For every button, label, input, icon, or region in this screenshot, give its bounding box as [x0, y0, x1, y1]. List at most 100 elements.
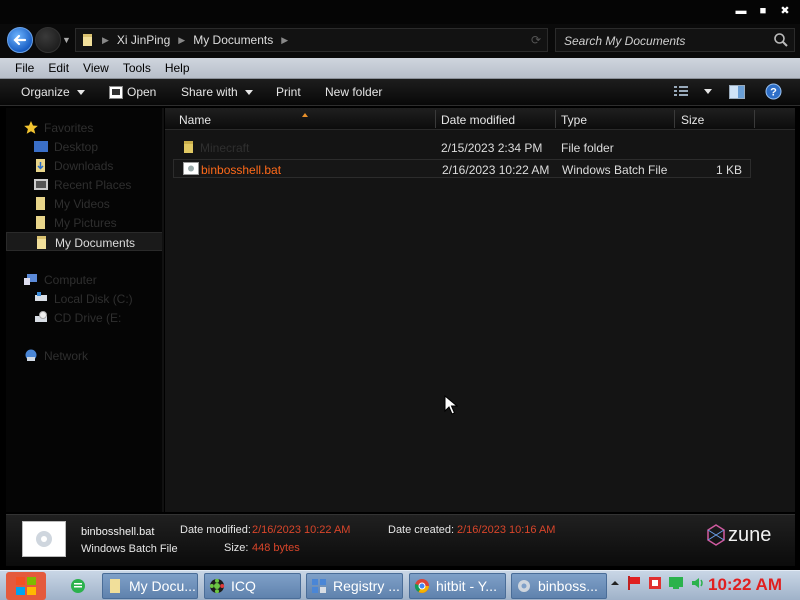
- organize-button[interactable]: Organize: [21, 85, 85, 99]
- share-with-button[interactable]: Share with: [181, 85, 253, 99]
- close-button[interactable]: ✖: [776, 4, 794, 18]
- details-size: 448 bytes: [252, 542, 300, 554]
- open-icon: [109, 85, 123, 99]
- sidebar-item-local-disk[interactable]: Local Disk (C:): [6, 289, 163, 308]
- star-icon: [24, 121, 38, 134]
- registry-icon: [312, 579, 326, 593]
- print-label: Print: [276, 85, 301, 99]
- minimize-button[interactable]: ▬: [732, 4, 750, 18]
- sidebar-label: Downloads: [54, 159, 114, 173]
- taskbar-button-icq[interactable]: ICQ: [204, 573, 301, 599]
- sidebar-item-network[interactable]: Network: [6, 346, 163, 365]
- taskbar-button-label: hitbit - Y...: [436, 578, 497, 594]
- view-list-icon: [674, 86, 688, 96]
- downloads-icon: [36, 159, 45, 172]
- print-button[interactable]: Print: [276, 85, 301, 99]
- menu-view[interactable]: View: [76, 61, 116, 75]
- arrow-left-icon: [13, 34, 27, 46]
- back-button[interactable]: [7, 27, 33, 53]
- address-bar[interactable]: ▶ Xi JinPing ▶ My Documents ▶ ⟳: [75, 28, 548, 52]
- sidebar-item-desktop[interactable]: Desktop: [6, 137, 163, 156]
- open-button[interactable]: Open: [109, 85, 156, 99]
- taskbar-button-label: Registry ...: [333, 578, 400, 594]
- volume-icon[interactable]: [690, 575, 706, 591]
- column-header-type[interactable]: Type: [561, 113, 587, 127]
- menu-edit[interactable]: Edit: [41, 61, 76, 75]
- folder-icon: [36, 216, 45, 229]
- breadcrumb-my-documents[interactable]: My Documents: [193, 33, 273, 47]
- sidebar-item-computer[interactable]: Computer: [6, 270, 163, 289]
- taskbar-button-browser[interactable]: hitbit - Y...: [409, 573, 506, 599]
- search-placeholder: Search My Documents: [564, 34, 686, 48]
- command-bar: Organize Open Share with Print New folde…: [0, 79, 800, 106]
- taskbar: My Docu... ICQ Registry ... hitbit - Y..…: [0, 570, 800, 600]
- taskbar-button-binbosshell[interactable]: binboss...: [511, 573, 607, 599]
- sidebar-item-downloads[interactable]: Downloads: [6, 156, 163, 175]
- column-header-date-modified[interactable]: Date modified: [441, 113, 515, 127]
- menu-file[interactable]: File: [8, 61, 41, 75]
- folder-icon: [83, 34, 92, 46]
- preview-pane-button[interactable]: [729, 85, 745, 99]
- pinned-app-button[interactable]: [66, 573, 90, 599]
- file-type: File folder: [561, 141, 614, 155]
- sidebar-item-recent-places[interactable]: Recent Places: [6, 175, 163, 194]
- search-input[interactable]: Search My Documents: [555, 28, 795, 52]
- address-row: ▼ ▶ Xi JinPing ▶ My Documents ▶ ⟳ Search…: [0, 24, 800, 58]
- file-row[interactable]: Minecraft 2/15/2023 2:34 PM File folder: [173, 138, 751, 157]
- taskbar-clock[interactable]: 10:22 AM: [708, 575, 782, 595]
- breadcrumb-user[interactable]: Xi JinPing: [117, 33, 170, 47]
- help-button[interactable]: ?: [765, 83, 782, 100]
- hard-drive-icon: [35, 292, 47, 301]
- maximize-button[interactable]: ■: [754, 4, 772, 18]
- chevron-down-icon: [244, 89, 253, 95]
- details-date-modified: 2/16/2023 10:22 AM: [252, 524, 351, 536]
- menu-tools[interactable]: Tools: [116, 61, 158, 75]
- file-type: Windows Batch File: [562, 163, 668, 177]
- sidebar-item-my-documents[interactable]: My Documents: [6, 232, 163, 251]
- sidebar-label: My Videos: [54, 197, 110, 211]
- chevron-down-icon: [704, 88, 712, 94]
- sidebar-item-cd-drive[interactable]: CD Drive (E:: [6, 308, 163, 327]
- column-header-name[interactable]: Name: [179, 113, 211, 127]
- preview-pane-icon: [729, 85, 745, 99]
- details-date-created: 2/16/2023 10:16 AM: [457, 524, 556, 536]
- share-with-label: Share with: [181, 85, 238, 99]
- sidebar-label: Recent Places: [54, 178, 132, 192]
- network-icon[interactable]: [668, 575, 684, 591]
- new-folder-button[interactable]: New folder: [325, 85, 382, 99]
- column-header-size[interactable]: Size: [681, 113, 704, 127]
- sidebar-item-favorites[interactable]: Favorites: [6, 118, 163, 137]
- chevron-down-icon: [76, 89, 85, 95]
- taskbar-button-my-documents[interactable]: My Docu...: [102, 573, 198, 599]
- security-icon[interactable]: [648, 575, 662, 591]
- sidebar-item-my-videos[interactable]: My Videos: [6, 194, 163, 213]
- start-button[interactable]: [6, 572, 46, 600]
- breadcrumb-separator: ▶: [281, 34, 289, 45]
- file-date: 2/16/2023 10:22 AM: [442, 163, 550, 177]
- organize-label: Organize: [21, 85, 70, 99]
- show-hidden-icons-icon[interactable]: [610, 576, 620, 590]
- sidebar-label: My Documents: [55, 236, 136, 250]
- sidebar-label: Desktop: [54, 140, 99, 154]
- search-icon[interactable]: [773, 32, 789, 48]
- open-label: Open: [127, 85, 157, 99]
- recent-pages-dropdown[interactable]: ▼: [62, 35, 71, 45]
- details-pane: binbosshell.bat Windows Batch File Date …: [6, 514, 795, 566]
- column-header-row: Name Date modified Type Size: [165, 108, 795, 130]
- change-view-button[interactable]: [674, 85, 712, 97]
- folder-icon: [110, 579, 120, 593]
- taskbar-button-registry[interactable]: Registry ...: [306, 573, 403, 599]
- gear-icon: [36, 531, 52, 547]
- pane-divider[interactable]: [162, 108, 164, 512]
- chat-icon: [71, 579, 85, 593]
- file-row[interactable]: binbosshell.bat 2/16/2023 10:22 AM Windo…: [173, 159, 751, 178]
- taskbar-button-label: My Docu...: [129, 578, 196, 594]
- title-bar: ▬ ■ ✖: [0, 0, 800, 24]
- file-list: Name Date modified Type Size Minecraft 2…: [165, 108, 795, 512]
- forward-button[interactable]: [35, 27, 61, 53]
- sidebar-item-my-pictures[interactable]: My Pictures: [6, 213, 163, 232]
- menu-help[interactable]: Help: [158, 61, 197, 75]
- details-size-label: Size:: [224, 542, 249, 554]
- flag-icon[interactable]: [626, 575, 642, 591]
- refresh-icon[interactable]: ⟳: [531, 33, 541, 47]
